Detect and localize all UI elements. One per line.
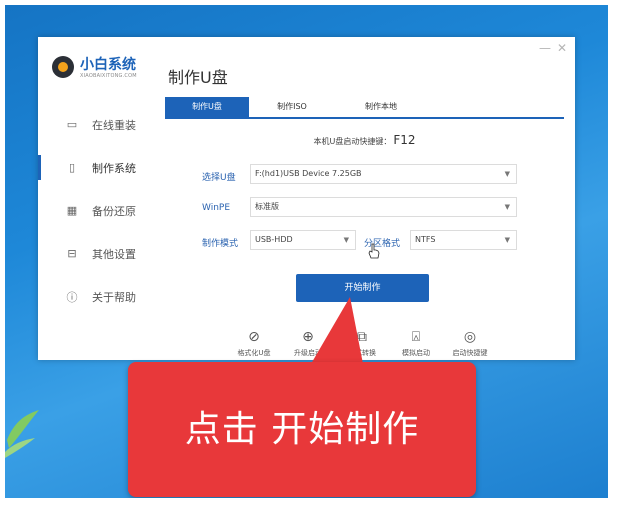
winpe-select-value: 标准版 [255,202,279,211]
tool-label: 格式化U盘 [237,349,271,357]
chevron-down-icon: ▼ [504,203,510,211]
tool-boot-hotkey[interactable]: ◎ 启动快捷键 [442,329,498,358]
sidebar-item-about-help[interactable]: ⓘ 关于帮助 [38,275,156,318]
callout-annotation: 点击 开始制作 [128,362,476,497]
tool-simulate-boot[interactable]: ⍓ 模拟启动 [388,329,444,358]
toolbox-icon: ⊟ [67,247,77,260]
minimize-button[interactable]: — [539,42,551,54]
sidebar-item-label: 制作系统 [92,161,136,175]
page-title: 制作U盘 [168,68,228,87]
hotkey-value: F12 [393,133,416,147]
chevron-down-icon: ▼ [504,170,510,178]
usb-icon: ▯ [68,161,76,174]
callout-text: 点击 开始制作 [184,409,420,450]
chevron-down-icon: ▼ [343,236,349,244]
usb-select[interactable]: F:(hd1)USB Device 7.25GB ▼ [250,164,517,184]
tab-make-usb[interactable]: 制作U盘 [165,97,249,117]
brand-subtitle: XIAOBAIXITONG.COM [80,73,137,79]
info-icon: ⓘ [66,290,78,304]
tool-label: 模拟启动 [402,349,430,357]
mouse-icon: ◎ [463,329,477,345]
monitor-icon: ▭ [66,118,78,131]
sidebar: ▭ 在线重装 ▯ 制作系统 ▦ 备份还原 ⊟ 其他设置 ⓘ 关于帮助 [38,103,156,318]
mode-select-value: USB-HDD [255,235,293,244]
desktop-background: — ✕ 小白系统 XIAOBAIXITONG.COM 制作U盘 ▭ 在线重装 ▯… [5,5,608,498]
sidebar-item-backup-restore[interactable]: ▦ 备份还原 [38,189,156,232]
usb-select-value: F:(hd1)USB Device 7.25GB [255,169,362,178]
tab-bar: 制作U盘 制作ISO 制作本地 [165,97,564,119]
logo-icon [52,56,74,78]
winpe-select-label: WinPE [202,203,231,213]
chevron-down-icon: ▼ [504,236,510,244]
tab-make-local[interactable]: 制作本地 [341,97,421,117]
simulate-icon: ⍓ [411,329,421,345]
close-button[interactable]: ✕ [557,42,567,54]
tool-label: 启动快捷键 [452,349,488,357]
sidebar-item-other-settings[interactable]: ⊟ 其他设置 [38,232,156,275]
sidebar-item-online-reinstall[interactable]: ▭ 在线重装 [38,103,156,146]
mode-select[interactable]: USB-HDD ▼ [250,230,356,250]
format-icon: ⊘ [248,329,260,345]
backup-icon: ▦ [66,204,78,217]
hotkey-label: 本机U盘启动快捷键： [313,137,392,146]
usb-select-label: 选择U盘 [202,173,236,183]
tab-make-iso[interactable]: 制作ISO [255,97,329,117]
partition-select-value: NTFS [415,235,436,244]
hotkey-info: 本机U盘启动快捷键： F12 [165,133,564,147]
sidebar-item-label: 其他设置 [92,247,136,261]
partition-select[interactable]: NTFS ▼ [410,230,517,250]
sidebar-item-make-system[interactable]: ▯ 制作系统 [38,146,156,189]
hand-cursor-icon [368,243,380,259]
brand-name: 小白系统 [80,57,136,73]
app-logo: 小白系统 XIAOBAIXITONG.COM [52,54,152,82]
winpe-select[interactable]: 标准版 ▼ [250,197,517,217]
tool-format-usb[interactable]: ⊘ 格式化U盘 [226,329,282,358]
leaf-decoration-icon [5,410,39,458]
sidebar-item-label: 在线重装 [92,118,136,132]
sidebar-item-label: 备份还原 [92,204,136,218]
sidebar-item-label: 关于帮助 [92,290,136,304]
mode-select-label: 制作模式 [202,239,239,249]
